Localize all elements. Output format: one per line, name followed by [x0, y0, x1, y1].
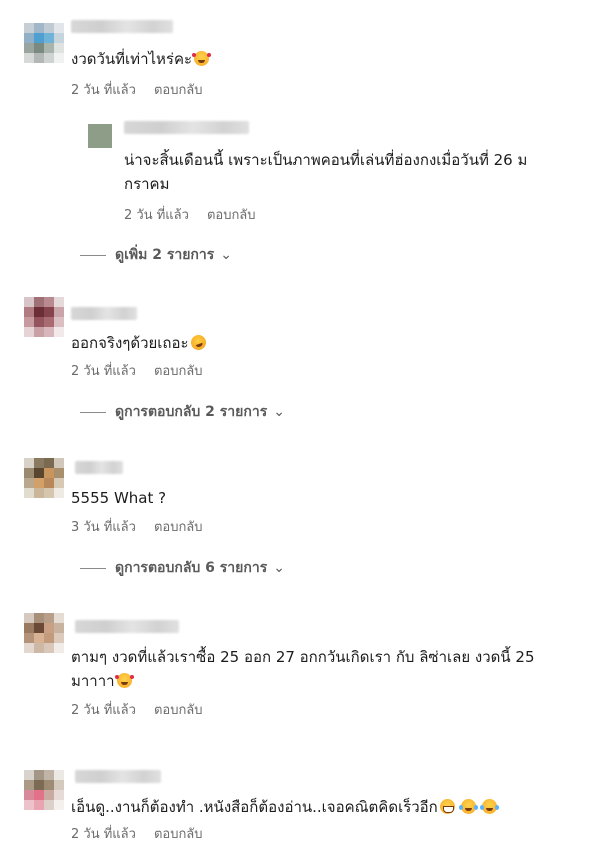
commenter-name[interactable]	[71, 20, 173, 33]
avatar[interactable]	[24, 613, 64, 653]
comment-meta: 2 วัน ที่แล้ว ตอบกลับ	[71, 79, 203, 100]
commenter-name[interactable]	[75, 461, 123, 474]
reply-text-line-1: น่าจะสิ้นเดือนนี้ เพราะเป็นภาพคอนที่เล่น…	[124, 151, 528, 169]
view-more-label: ดูการตอบกลับ 2 รายการ	[115, 404, 268, 420]
comment-text: ตามๆ งวดที่แล้วเราซื้อ 25 ออก 27 อกกวันเ…	[71, 645, 535, 693]
timestamp: 2 วัน ที่แล้ว	[71, 703, 136, 718]
reply-commenter-name[interactable]	[124, 121, 249, 134]
comment-meta: 3 วัน ที่แล้ว ตอบกลับ	[71, 516, 203, 537]
view-replies-button[interactable]: ดูการตอบกลับ 2 รายการ ⌄	[80, 401, 285, 423]
avatar[interactable]	[24, 770, 64, 810]
view-more-label: ดูการตอบกลับ 6 รายการ	[115, 560, 268, 576]
reply-button[interactable]: ตอบกลับ	[154, 360, 203, 381]
comment-text-line-1: ตามๆ งวดที่แล้วเราซื้อ 25 ออก 27 อกกวันเ…	[71, 648, 535, 666]
reply-text-line-2: กราคม	[124, 175, 170, 193]
smiling-face-with-hearts-icon	[114, 673, 132, 688]
chevron-down-icon: ⌄	[273, 404, 285, 420]
comment-meta: 2 วัน ที่แล้ว ตอบกลับ	[71, 699, 203, 720]
comment-text: เอ็นดู..งานก็ต้องทำ .หนังสือก็ต้องอ่าน..…	[71, 795, 499, 819]
comment-body: งวดวันที่เท่าไหร่คะ	[71, 50, 193, 68]
commenter-name[interactable]	[75, 620, 179, 633]
reply-button[interactable]: ตอบกลับ	[207, 204, 256, 225]
reply-button[interactable]: ตอบกลับ	[154, 699, 203, 720]
comment-body: เอ็นดู..งานก็ต้องทำ .หนังสือก็ต้องอ่าน..…	[71, 798, 438, 816]
chevron-down-icon: ⌄	[220, 247, 232, 263]
commenter-name[interactable]	[75, 770, 161, 783]
avatar[interactable]	[24, 23, 64, 63]
divider	[80, 567, 106, 569]
timestamp: 3 วัน ที่แล้ว	[71, 520, 136, 535]
comment-body: 5555 What ?	[71, 489, 167, 507]
chevron-down-icon: ⌄	[273, 560, 285, 576]
comment-text-line-2: มาาาา	[71, 672, 115, 690]
grinning-face-icon	[439, 799, 455, 814]
comment-text: ออกจริงๆด้วยเถอะ	[71, 331, 208, 355]
reply-button[interactable]: ตอบกลับ	[154, 516, 203, 537]
reply-meta: 2 วัน ที่แล้ว ตอบกลับ	[124, 204, 256, 225]
timestamp: 2 วัน ที่แล้ว	[124, 208, 189, 223]
avatar[interactable]	[24, 297, 64, 337]
timestamp: 2 วัน ที่แล้ว	[71, 364, 136, 379]
reply-button[interactable]: ตอบกลับ	[154, 79, 203, 100]
divider	[80, 411, 106, 413]
comment-text: งวดวันที่เท่าไหร่คะ	[71, 47, 210, 71]
view-replies-button[interactable]: ดูการตอบกลับ 6 รายการ ⌄	[80, 557, 285, 579]
reply-text: น่าจะสิ้นเดือนนี้ เพราะเป็นภาพคอนที่เล่น…	[124, 148, 527, 196]
face-with-tears-of-joy-icon	[479, 799, 499, 814]
comment-meta: 2 วัน ที่แล้ว ตอบกลับ	[71, 360, 203, 381]
reply-avatar[interactable]	[88, 124, 112, 148]
smiling-face-with-hearts-icon	[192, 51, 210, 66]
divider	[80, 254, 106, 256]
comment-body: ออกจริงๆด้วยเถอะ	[71, 334, 189, 352]
comment-text: 5555 What ?	[71, 486, 166, 510]
avatar[interactable]	[24, 458, 64, 498]
view-more-replies-button[interactable]: ดูเพิ่ม 2 รายการ ⌄	[80, 244, 232, 266]
timestamp: 2 วัน ที่แล้ว	[71, 83, 136, 98]
face-with-tears-of-joy-icon	[458, 799, 478, 814]
timestamp: 2 วัน ที่แล้ว	[71, 827, 136, 842]
view-more-label: ดูเพิ่ม 2 รายการ	[115, 247, 215, 263]
commenter-name[interactable]	[71, 307, 137, 320]
comment-meta: 2 วัน ที่แล้ว ตอบกลับ	[71, 823, 203, 844]
reply-button[interactable]: ตอบกลับ	[154, 823, 203, 844]
rolling-on-floor-laughing-icon	[188, 332, 208, 353]
